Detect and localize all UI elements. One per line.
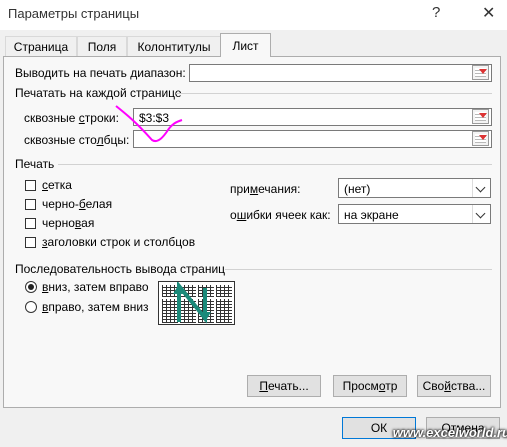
print-preview-button[interactable]: Просмотр bbox=[333, 375, 407, 397]
errors-value: на экране bbox=[344, 208, 399, 222]
titles-section-divider bbox=[176, 93, 492, 94]
draft-quality-checkbox[interactable] bbox=[25, 218, 36, 229]
print-button[interactable]: Печать... bbox=[247, 375, 321, 397]
row-col-headings-label: заголовки строк и столбцов bbox=[42, 235, 196, 249]
down-then-over-label: вниз, затем вправо bbox=[42, 280, 149, 294]
dialog-title: Параметры страницы bbox=[8, 6, 140, 21]
print-area-label: Выводить на печать диапазон: bbox=[15, 66, 186, 80]
chevron-down-icon bbox=[472, 205, 490, 223]
rows-collapse-icon[interactable] bbox=[472, 109, 489, 124]
titles-section-heading: Печатать на каждой странице bbox=[15, 86, 182, 100]
gridlines-label: сетка bbox=[42, 178, 72, 192]
down-then-over-radio[interactable] bbox=[25, 281, 37, 293]
comments-value: (нет) bbox=[344, 182, 371, 196]
black-white-checkbox[interactable] bbox=[25, 199, 36, 210]
chevron-down-icon bbox=[472, 179, 490, 197]
print-section-heading: Печать bbox=[15, 157, 55, 171]
over-then-down-label: вправо, затем вниз bbox=[42, 300, 149, 314]
close-button[interactable]: ✕ bbox=[482, 3, 495, 23]
comments-select[interactable]: (нет) bbox=[338, 178, 491, 198]
annotation-scribble bbox=[115, 105, 183, 142]
over-then-down-radio[interactable] bbox=[25, 301, 37, 313]
tab-sheet[interactable]: Лист bbox=[220, 33, 271, 57]
page-order-arrow-icon bbox=[173, 282, 211, 324]
print-area-collapse-icon[interactable] bbox=[472, 65, 489, 80]
tab-margins[interactable]: Поля bbox=[77, 36, 127, 56]
black-white-label: черно-белая bbox=[42, 197, 113, 211]
cell-errors-select[interactable]: на экране bbox=[338, 204, 491, 224]
print-section-divider bbox=[58, 164, 492, 165]
comments-label: примечания: bbox=[230, 182, 301, 196]
errors-label: ошибки ячеек как: bbox=[230, 208, 331, 222]
page-order-preview bbox=[158, 281, 235, 325]
tab-page[interactable]: Страница bbox=[5, 36, 77, 56]
page-order-heading: Последовательность вывода страниц bbox=[15, 262, 226, 276]
draft-quality-label: черновая bbox=[42, 216, 95, 230]
gridlines-checkbox[interactable] bbox=[25, 180, 36, 191]
print-area-input[interactable] bbox=[189, 64, 492, 82]
row-col-headings-checkbox[interactable] bbox=[25, 237, 36, 248]
cols-collapse-icon[interactable] bbox=[472, 131, 489, 146]
options-button[interactable]: Свойства... bbox=[417, 375, 491, 397]
page-order-divider bbox=[225, 269, 492, 270]
watermark: www.excelworld.ru bbox=[392, 425, 507, 440]
help-button[interactable]: ? bbox=[432, 4, 440, 21]
rows-label: сквозные строки: bbox=[24, 111, 119, 125]
tab-header-footer[interactable]: Колонтитулы bbox=[127, 36, 221, 56]
